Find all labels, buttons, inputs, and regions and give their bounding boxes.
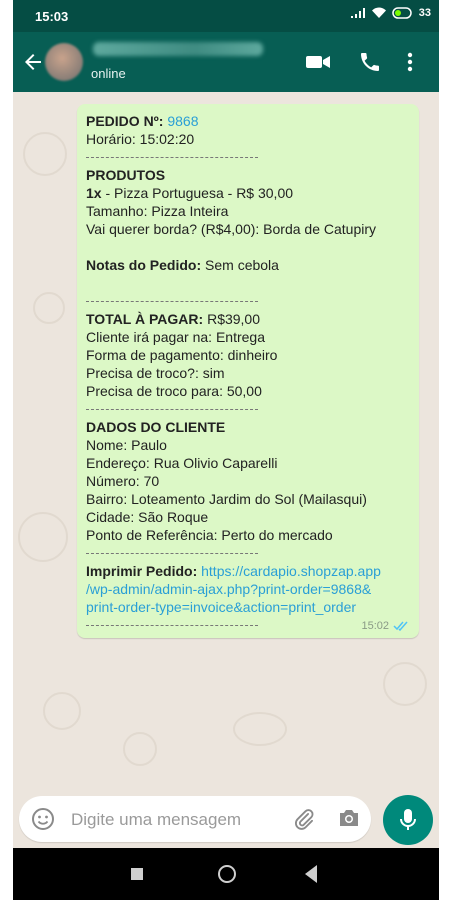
phone-screen: 15:03 33 online PEDIDO Nº: 9868 Horário:…	[13, 0, 439, 900]
voice-call-icon[interactable]	[357, 50, 383, 74]
message-placeholder: Digite uma mensagem	[71, 810, 242, 829]
video-call-icon[interactable]	[305, 50, 331, 74]
notes-label: Notas do Pedido:	[86, 257, 202, 273]
battery-level: 33	[418, 7, 431, 19]
message-timestamp: 15:02	[361, 620, 389, 632]
products-title: PRODUTOS	[86, 167, 166, 183]
message-meta: 15:02	[361, 620, 409, 632]
client-number: Número: 70	[86, 473, 160, 489]
double-check-icon	[393, 621, 408, 631]
client-city: Cidade: São Roque	[86, 509, 209, 525]
contact-status: online	[91, 66, 126, 81]
change-for: Precisa de troco para: 50,00	[86, 383, 262, 399]
home-button[interactable]	[218, 865, 236, 883]
crust-line: Vai querer borda? (R$4,00): Borda de Cat…	[86, 221, 377, 237]
print-link-part-3[interactable]: print-order-type=invoice&action=print_or…	[86, 599, 356, 615]
system-back-button[interactable]	[305, 865, 317, 883]
client-district: Bairro: Loteamento Jardim do Sol (Mailas…	[86, 491, 367, 507]
status-icons: 33	[350, 7, 431, 19]
back-arrow-icon[interactable]	[21, 50, 45, 74]
order-number-label: PEDIDO Nº:	[86, 113, 164, 129]
chat-area[interactable]: PEDIDO Nº: 9868 Horário: 15:02:20 PRODUT…	[13, 92, 439, 792]
order-message-bubble[interactable]: PEDIDO Nº: 9868 Horário: 15:02:20 PRODUT…	[77, 104, 419, 638]
signal-icon	[350, 8, 365, 18]
status-bar: 15:03 33	[13, 0, 439, 32]
separator	[86, 148, 412, 166]
separator	[86, 292, 412, 310]
print-link-part-2[interactable]: /wp-admin/admin-ajax.php?print-order=986…	[86, 581, 371, 597]
recents-button[interactable]	[131, 868, 143, 880]
message-input[interactable]: Digite uma mensagem	[19, 796, 371, 842]
print-link-part-1[interactable]: https://cardapio.shopzap.app	[197, 563, 381, 579]
total-value: R$39,00	[203, 311, 261, 327]
camera-icon[interactable]	[337, 807, 361, 829]
client-address: Endereço: Rua Olivio Caparelli	[86, 455, 278, 471]
order-time: Horário: 15:02:20	[86, 131, 195, 147]
contact-avatar[interactable]	[45, 43, 83, 81]
more-options-icon[interactable]	[405, 50, 415, 74]
product-qty: 1x	[86, 185, 102, 201]
message-text: PEDIDO Nº: 9868 Horário: 15:02:20 PRODUT…	[86, 112, 412, 634]
pay-where: Cliente irá pagar na: Entrega	[86, 329, 265, 345]
attach-icon[interactable]	[293, 808, 315, 830]
mic-icon	[400, 809, 416, 830]
contact-name-blurred[interactable]	[93, 42, 263, 56]
separator	[86, 544, 412, 562]
print-label: Imprimir Pedido:	[86, 563, 198, 579]
notes-value: Sem cebola	[201, 257, 279, 273]
battery-icon	[392, 7, 412, 19]
emoji-icon[interactable]	[31, 807, 55, 831]
chat-header: online	[13, 32, 439, 92]
composer-bar: Digite uma mensagem	[13, 792, 439, 848]
client-name: Nome: Paulo	[86, 437, 167, 453]
order-number-link[interactable]: 9868	[167, 113, 198, 129]
total-label: TOTAL À PAGAR:	[86, 311, 204, 327]
product-line: - Pizza Portuguesa - R$ 30,00	[101, 185, 294, 201]
separator	[86, 400, 412, 418]
wifi-icon	[371, 7, 386, 18]
change-needed: Precisa de troco?: sim	[86, 365, 225, 381]
size-line: Tamanho: Pizza Inteira	[86, 203, 229, 219]
pay-method: Forma de pagamento: dinheiro	[86, 347, 278, 363]
client-reference: Ponto de Referência: Perto do mercado	[86, 527, 333, 543]
mic-button[interactable]	[383, 795, 433, 845]
system-nav-bar	[13, 848, 439, 900]
status-time: 15:03	[35, 9, 69, 24]
client-title: DADOS DO CLIENTE	[86, 419, 226, 435]
